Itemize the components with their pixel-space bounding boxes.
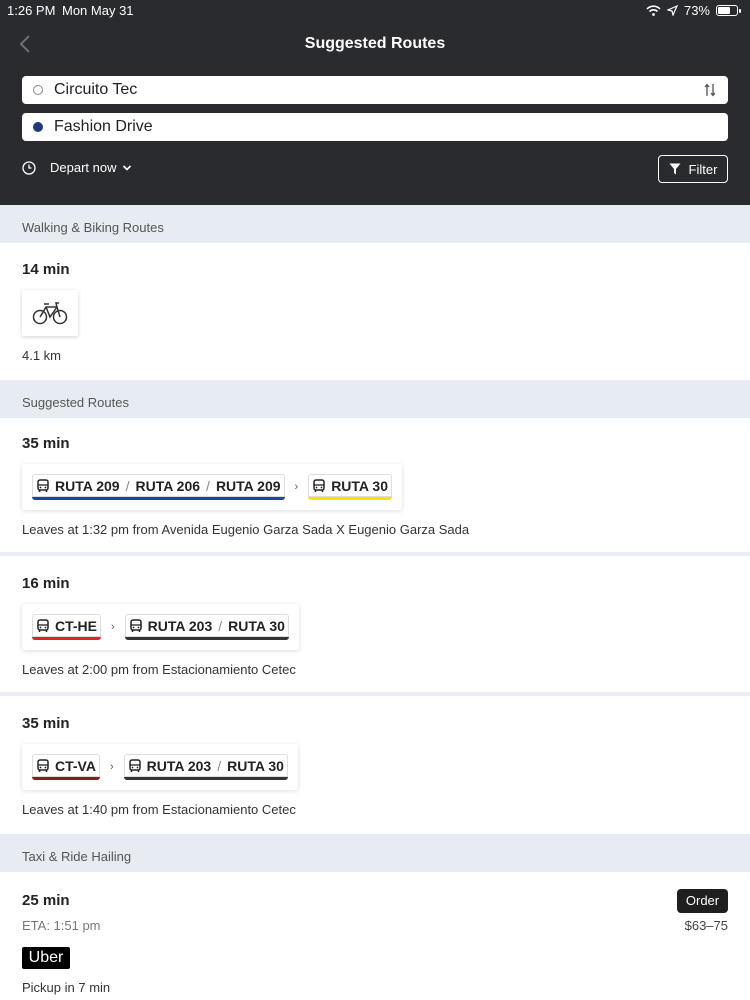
clock-icon bbox=[22, 160, 36, 175]
status-time: 1:26 PM bbox=[7, 3, 56, 18]
route-line-label: RUTA 203 bbox=[146, 757, 212, 774]
filter-icon bbox=[669, 163, 681, 175]
battery-percent: 73% bbox=[683, 3, 710, 18]
page-title: Suggested Routes bbox=[304, 35, 446, 52]
depart-time-dropdown[interactable]: Depart now bbox=[22, 160, 132, 175]
transit-leg-badge: CT-HE bbox=[32, 614, 101, 640]
taxi-pickup-text: Pickup in 7 min bbox=[22, 980, 111, 995]
route-line-label: RUTA 206 bbox=[135, 477, 201, 494]
header: 1:26 PM Mon May 31 73% Suggested Routes … bbox=[0, 0, 750, 205]
section-header-taxi: Taxi & Ride Hailing bbox=[0, 834, 750, 872]
bus-icon bbox=[37, 758, 49, 772]
section-header-suggested: Suggested Routes bbox=[0, 380, 750, 418]
depart-label: Depart now bbox=[50, 160, 117, 175]
bus-icon bbox=[129, 618, 142, 632]
transfer-arrow-icon: › bbox=[294, 481, 299, 493]
battery-icon bbox=[716, 5, 741, 16]
bus-icon bbox=[128, 758, 141, 772]
chevron-down-icon bbox=[123, 164, 132, 171]
route-line-label: RUTA 30 bbox=[331, 477, 388, 494]
taxi-duration[interactable]: 25 min bbox=[22, 892, 70, 909]
route-line-label: RUTA 209 bbox=[55, 477, 120, 494]
transfer-arrow-icon: › bbox=[111, 621, 115, 633]
taxi-eta: ETA: 1:51 pm bbox=[22, 918, 101, 933]
filter-label: Filter bbox=[688, 161, 718, 177]
transit-leg-badge: CT-VA bbox=[32, 754, 100, 780]
route-card[interactable]: CT-VA › RUTA 203 / RUTA 30 bbox=[22, 744, 298, 790]
divider bbox=[0, 552, 750, 556]
route-card[interactable]: CT-HE › RUTA 203 / RUTA 30 bbox=[22, 604, 299, 650]
origin-text: Circuito Tec bbox=[54, 81, 138, 98]
bicycle-icon bbox=[32, 302, 68, 325]
transit-leg-badge: RUTA 203 / RUTA 30 bbox=[124, 614, 289, 640]
route-duration[interactable]: 35 min bbox=[22, 715, 70, 732]
wifi-icon bbox=[646, 5, 661, 16]
route-line-label: CT-VA bbox=[55, 757, 96, 774]
filter-button[interactable]: Filter bbox=[658, 155, 728, 183]
destination-text: Fashion Drive bbox=[54, 118, 153, 135]
route-line-label: RUTA 209 bbox=[215, 477, 281, 494]
order-button[interactable]: Order bbox=[677, 889, 728, 913]
status-date: Mon May 31 bbox=[62, 3, 134, 18]
battery-fill bbox=[718, 7, 730, 14]
location-arrow-icon bbox=[666, 5, 678, 16]
bike-route-duration[interactable]: 14 min bbox=[22, 261, 70, 278]
route-duration[interactable]: 35 min bbox=[22, 435, 70, 452]
transit-leg-badge: RUTA 209 / RUTA 206 / RUTA 209 bbox=[32, 474, 285, 500]
route-leaves-text: Leaves at 1:32 pm from Avenida Eugenio G… bbox=[22, 522, 470, 537]
transfer-arrow-icon: › bbox=[109, 761, 114, 773]
origin-dot-icon bbox=[33, 85, 43, 95]
bike-route-distance: 4.1 km bbox=[22, 348, 62, 363]
origin-input[interactable]: Circuito Tec bbox=[22, 76, 728, 104]
route-duration[interactable]: 16 min bbox=[22, 575, 70, 592]
bus-icon bbox=[37, 478, 49, 492]
swap-icon[interactable] bbox=[704, 83, 716, 97]
transit-leg-badge: RUTA 203 / RUTA 30 bbox=[123, 754, 288, 780]
route-leaves-text: Leaves at 1:40 pm from Estacionamiento C… bbox=[22, 802, 296, 817]
section-header-walking: Walking & Biking Routes bbox=[0, 205, 750, 243]
taxi-price: $63–75 bbox=[684, 918, 728, 933]
route-leaves-text: Leaves at 2:00 pm from Estacionamiento C… bbox=[22, 662, 296, 677]
destination-input[interactable]: Fashion Drive bbox=[22, 113, 728, 141]
destination-dot-icon bbox=[33, 122, 43, 132]
uber-logo: Uber bbox=[22, 947, 70, 969]
bus-icon bbox=[313, 478, 325, 492]
route-line-label: RUTA 30 bbox=[227, 757, 284, 774]
transit-leg-badge: RUTA 30 bbox=[308, 474, 392, 500]
status-bar: 1:26 PM Mon May 31 73% bbox=[0, 0, 750, 22]
route-line-label: CT-HE bbox=[55, 617, 97, 634]
bus-icon bbox=[37, 618, 49, 632]
route-card[interactable]: RUTA 209 / RUTA 206 / RUTA 209 › RUTA 30 bbox=[22, 464, 402, 510]
route-line-label: RUTA 203 bbox=[147, 617, 213, 634]
route-line-label: RUTA 30 bbox=[228, 617, 285, 634]
divider bbox=[0, 692, 750, 696]
bike-route-card[interactable] bbox=[22, 290, 78, 336]
